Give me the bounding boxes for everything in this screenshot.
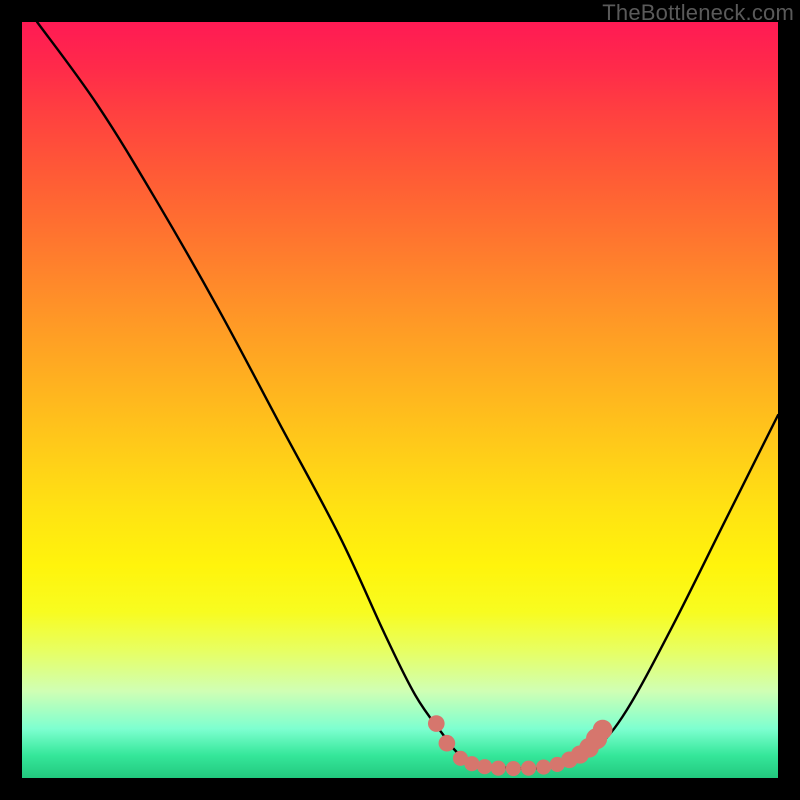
curve-marker [593,720,613,740]
curve-markers [428,715,612,776]
curve-marker [506,761,521,776]
watermark-text: TheBottleneck.com [602,0,794,26]
curve-marker [428,715,445,732]
curve-marker [439,735,456,752]
bottleneck-curve [37,22,778,769]
curve-marker [536,759,551,774]
curve-marker [491,761,506,776]
curve-marker [477,759,492,774]
chart-svg [22,22,778,778]
curve-marker [464,756,479,771]
chart-frame [22,22,778,778]
curve-marker [521,761,536,776]
